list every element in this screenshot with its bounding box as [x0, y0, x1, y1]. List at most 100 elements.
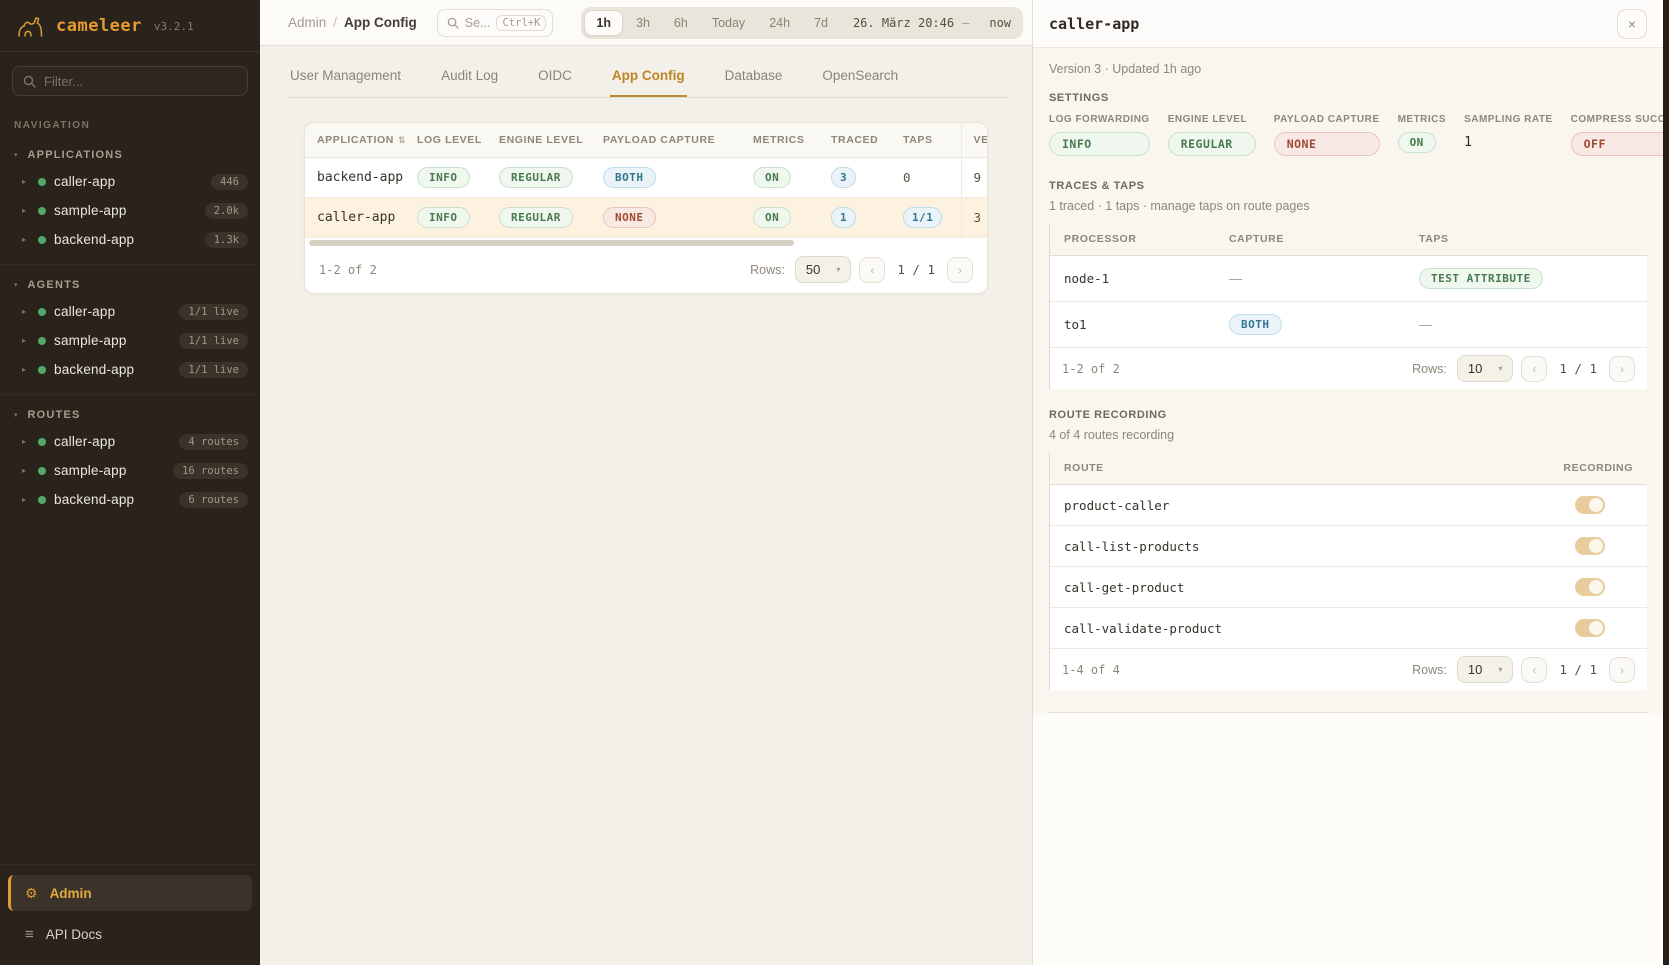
table-row-caller-app[interactable]: caller-app INFO REGULAR NONE ON 1 1/1 3 — [305, 198, 987, 238]
cell-metrics: ON — [741, 198, 819, 238]
cell-traced: 1 — [819, 198, 891, 238]
engine-level-select[interactable]: REGULAR — [1168, 132, 1256, 156]
item-label: sample-app — [54, 333, 171, 348]
recording-toggle[interactable] — [1575, 619, 1605, 637]
sidebar-item-agent-caller[interactable]: ▸ caller-app 1/1 live — [0, 297, 260, 326]
item-label: backend-app — [54, 492, 171, 507]
field-payload-capture: PAYLOAD CAPTURE NONE — [1274, 114, 1380, 156]
section-applications: ▾ APPLICATIONS ▸ caller-app 446 ▸ sample… — [0, 135, 260, 264]
time-range-today[interactable]: Today — [701, 11, 756, 35]
field-engine-level: ENGINE LEVEL REGULAR — [1168, 114, 1256, 156]
sidebar-item-agent-sample[interactable]: ▸ sample-app 1/1 live — [0, 326, 260, 355]
traces-table-footer: 1-2 of 2 Rows: 10 ▾ ‹ 1 / 1 › — [1050, 348, 1647, 389]
sidebar-item-admin[interactable]: ⚙ Admin — [8, 875, 252, 911]
col-taps[interactable]: TAPS — [891, 123, 961, 158]
trace-row-node-1[interactable]: node-1 — TEST ATTRIBUTE — [1050, 256, 1647, 302]
route-table-header: ROUTE RECORDING — [1050, 452, 1647, 485]
sidebar-item-route-caller[interactable]: ▸ caller-app 4 routes — [0, 427, 260, 456]
recording-toggle[interactable] — [1575, 537, 1605, 555]
metrics-pill[interactable]: ON — [1398, 132, 1436, 153]
breadcrumb-admin[interactable]: Admin — [288, 15, 326, 30]
sidebar-item-api-docs[interactable]: ≡ API Docs — [8, 917, 252, 951]
col-application[interactable]: APPLICATION⇅ — [305, 123, 405, 158]
rows-value: 50 — [806, 262, 820, 277]
panel-body: Version 3 · Updated 1h ago SETTINGS LOG … — [1033, 48, 1663, 713]
shortcut-badge: Ctrl+K — [496, 15, 546, 31]
recording-toggle[interactable] — [1575, 578, 1605, 596]
trace-row-to1[interactable]: to1 BOTH — — [1050, 302, 1647, 348]
time-from[interactable]: 26. März 20:46 — [853, 16, 954, 30]
prev-page-button[interactable]: ‹ — [1521, 657, 1547, 683]
rows-per-page-label: Rows: — [1412, 663, 1447, 677]
time-range-6h[interactable]: 6h — [663, 11, 699, 35]
rows-per-page-select[interactable]: 10 ▾ — [1457, 355, 1513, 382]
horizontal-scrollbar[interactable] — [305, 238, 987, 248]
section-header-applications[interactable]: ▾ APPLICATIONS — [0, 143, 260, 167]
next-page-button[interactable]: › — [1609, 356, 1635, 382]
tab-database[interactable]: Database — [723, 58, 785, 97]
time-range-7d[interactable]: 7d — [803, 11, 839, 35]
sidebar-item-route-sample[interactable]: ▸ sample-app 16 routes — [0, 456, 260, 485]
route-row-call-validate-product: call-validate-product — [1050, 608, 1647, 649]
col-traced[interactable]: TRACED — [819, 123, 891, 158]
col-processor: PROCESSOR — [1064, 233, 1229, 245]
route-name: call-validate-product — [1064, 621, 1575, 636]
time-range-1h[interactable]: 1h — [584, 10, 623, 36]
item-badge: 1/1 live — [179, 333, 248, 349]
table-header-row: APPLICATION⇅ LOG LEVEL ENGINE LEVEL PAYL… — [305, 123, 987, 158]
col-taps: TAPS — [1419, 233, 1633, 245]
time-range-3h[interactable]: 3h — [625, 11, 661, 35]
capture-value: — — [1229, 271, 1419, 286]
next-page-button[interactable]: › — [1609, 657, 1635, 683]
settings-heading: SETTINGS — [1049, 92, 1647, 104]
compress-success-select[interactable]: OFF — [1571, 132, 1669, 156]
recording-toggle[interactable] — [1575, 496, 1605, 514]
col-engine-level[interactable]: ENGINE LEVEL — [487, 123, 591, 158]
section-header-agents[interactable]: ▾ AGENTS — [0, 273, 260, 297]
col-log-level[interactable]: LOG LEVEL — [405, 123, 487, 158]
tab-opensearch[interactable]: OpenSearch — [820, 58, 900, 97]
col-metrics[interactable]: METRICS — [741, 123, 819, 158]
sidebar-item-app-sample[interactable]: ▸ sample-app 2.0k — [0, 196, 260, 225]
tab-oidc[interactable]: OIDC — [536, 58, 574, 97]
time-range-24h[interactable]: 24h — [758, 11, 801, 35]
prev-page-button[interactable]: ‹ — [859, 257, 885, 283]
close-icon[interactable]: × — [1617, 9, 1647, 39]
cell-application: backend-app — [305, 158, 405, 198]
log-forwarding-select[interactable]: INFO — [1049, 132, 1150, 156]
col-version[interactable]: VERSION — [961, 123, 987, 158]
next-page-button[interactable]: › — [947, 257, 973, 283]
sidebar-item-app-backend[interactable]: ▸ backend-app 1.3k — [0, 225, 260, 254]
sidebar-item-route-backend[interactable]: ▸ backend-app 6 routes — [0, 485, 260, 514]
sidebar-item-agent-backend[interactable]: ▸ backend-app 1/1 live — [0, 355, 260, 384]
table-row-backend-app[interactable]: backend-app INFO REGULAR BOTH ON 3 0 9 — [305, 158, 987, 198]
chevron-down-icon: ▾ — [1498, 364, 1502, 373]
chevron-right-icon: ▸ — [22, 437, 30, 446]
processor-name: node-1 — [1064, 271, 1229, 286]
tab-app-config[interactable]: App Config — [610, 58, 687, 97]
rows-per-page-select[interactable]: 50 ▾ — [795, 256, 851, 283]
field-log-forwarding: LOG FORWARDING INFO — [1049, 114, 1150, 156]
col-payload-capture[interactable]: PAYLOAD CAPTURE — [591, 123, 741, 158]
processor-name: to1 — [1064, 317, 1229, 332]
sidebar-filter-input[interactable]: Filter... — [12, 66, 248, 96]
field-label: ENGINE LEVEL — [1168, 114, 1256, 125]
item-badge: 1/1 live — [179, 362, 248, 378]
logo[interactable]: cameleer v3.2.1 — [0, 0, 260, 52]
tab-audit-log[interactable]: Audit Log — [439, 58, 500, 97]
item-label: sample-app — [54, 463, 165, 478]
rows-per-page-select[interactable]: 10 ▾ — [1457, 656, 1513, 683]
cell-traced: 3 — [819, 158, 891, 198]
cell-taps: 1/1 — [891, 198, 961, 238]
item-badge: 446 — [211, 174, 248, 190]
time-separator: — — [962, 16, 969, 30]
tab-user-management[interactable]: User Management — [288, 58, 403, 97]
time-to[interactable]: now — [989, 16, 1011, 30]
sidebar-item-app-caller[interactable]: ▸ caller-app 446 — [0, 167, 260, 196]
section-header-routes[interactable]: ▾ ROUTES — [0, 403, 260, 427]
global-search-input[interactable]: Se... Ctrl+K — [437, 9, 554, 37]
chevron-right-icon: ▸ — [22, 307, 30, 316]
prev-page-button[interactable]: ‹ — [1521, 356, 1547, 382]
scrollbar-thumb[interactable] — [309, 240, 794, 246]
payload-capture-select[interactable]: NONE — [1274, 132, 1380, 156]
